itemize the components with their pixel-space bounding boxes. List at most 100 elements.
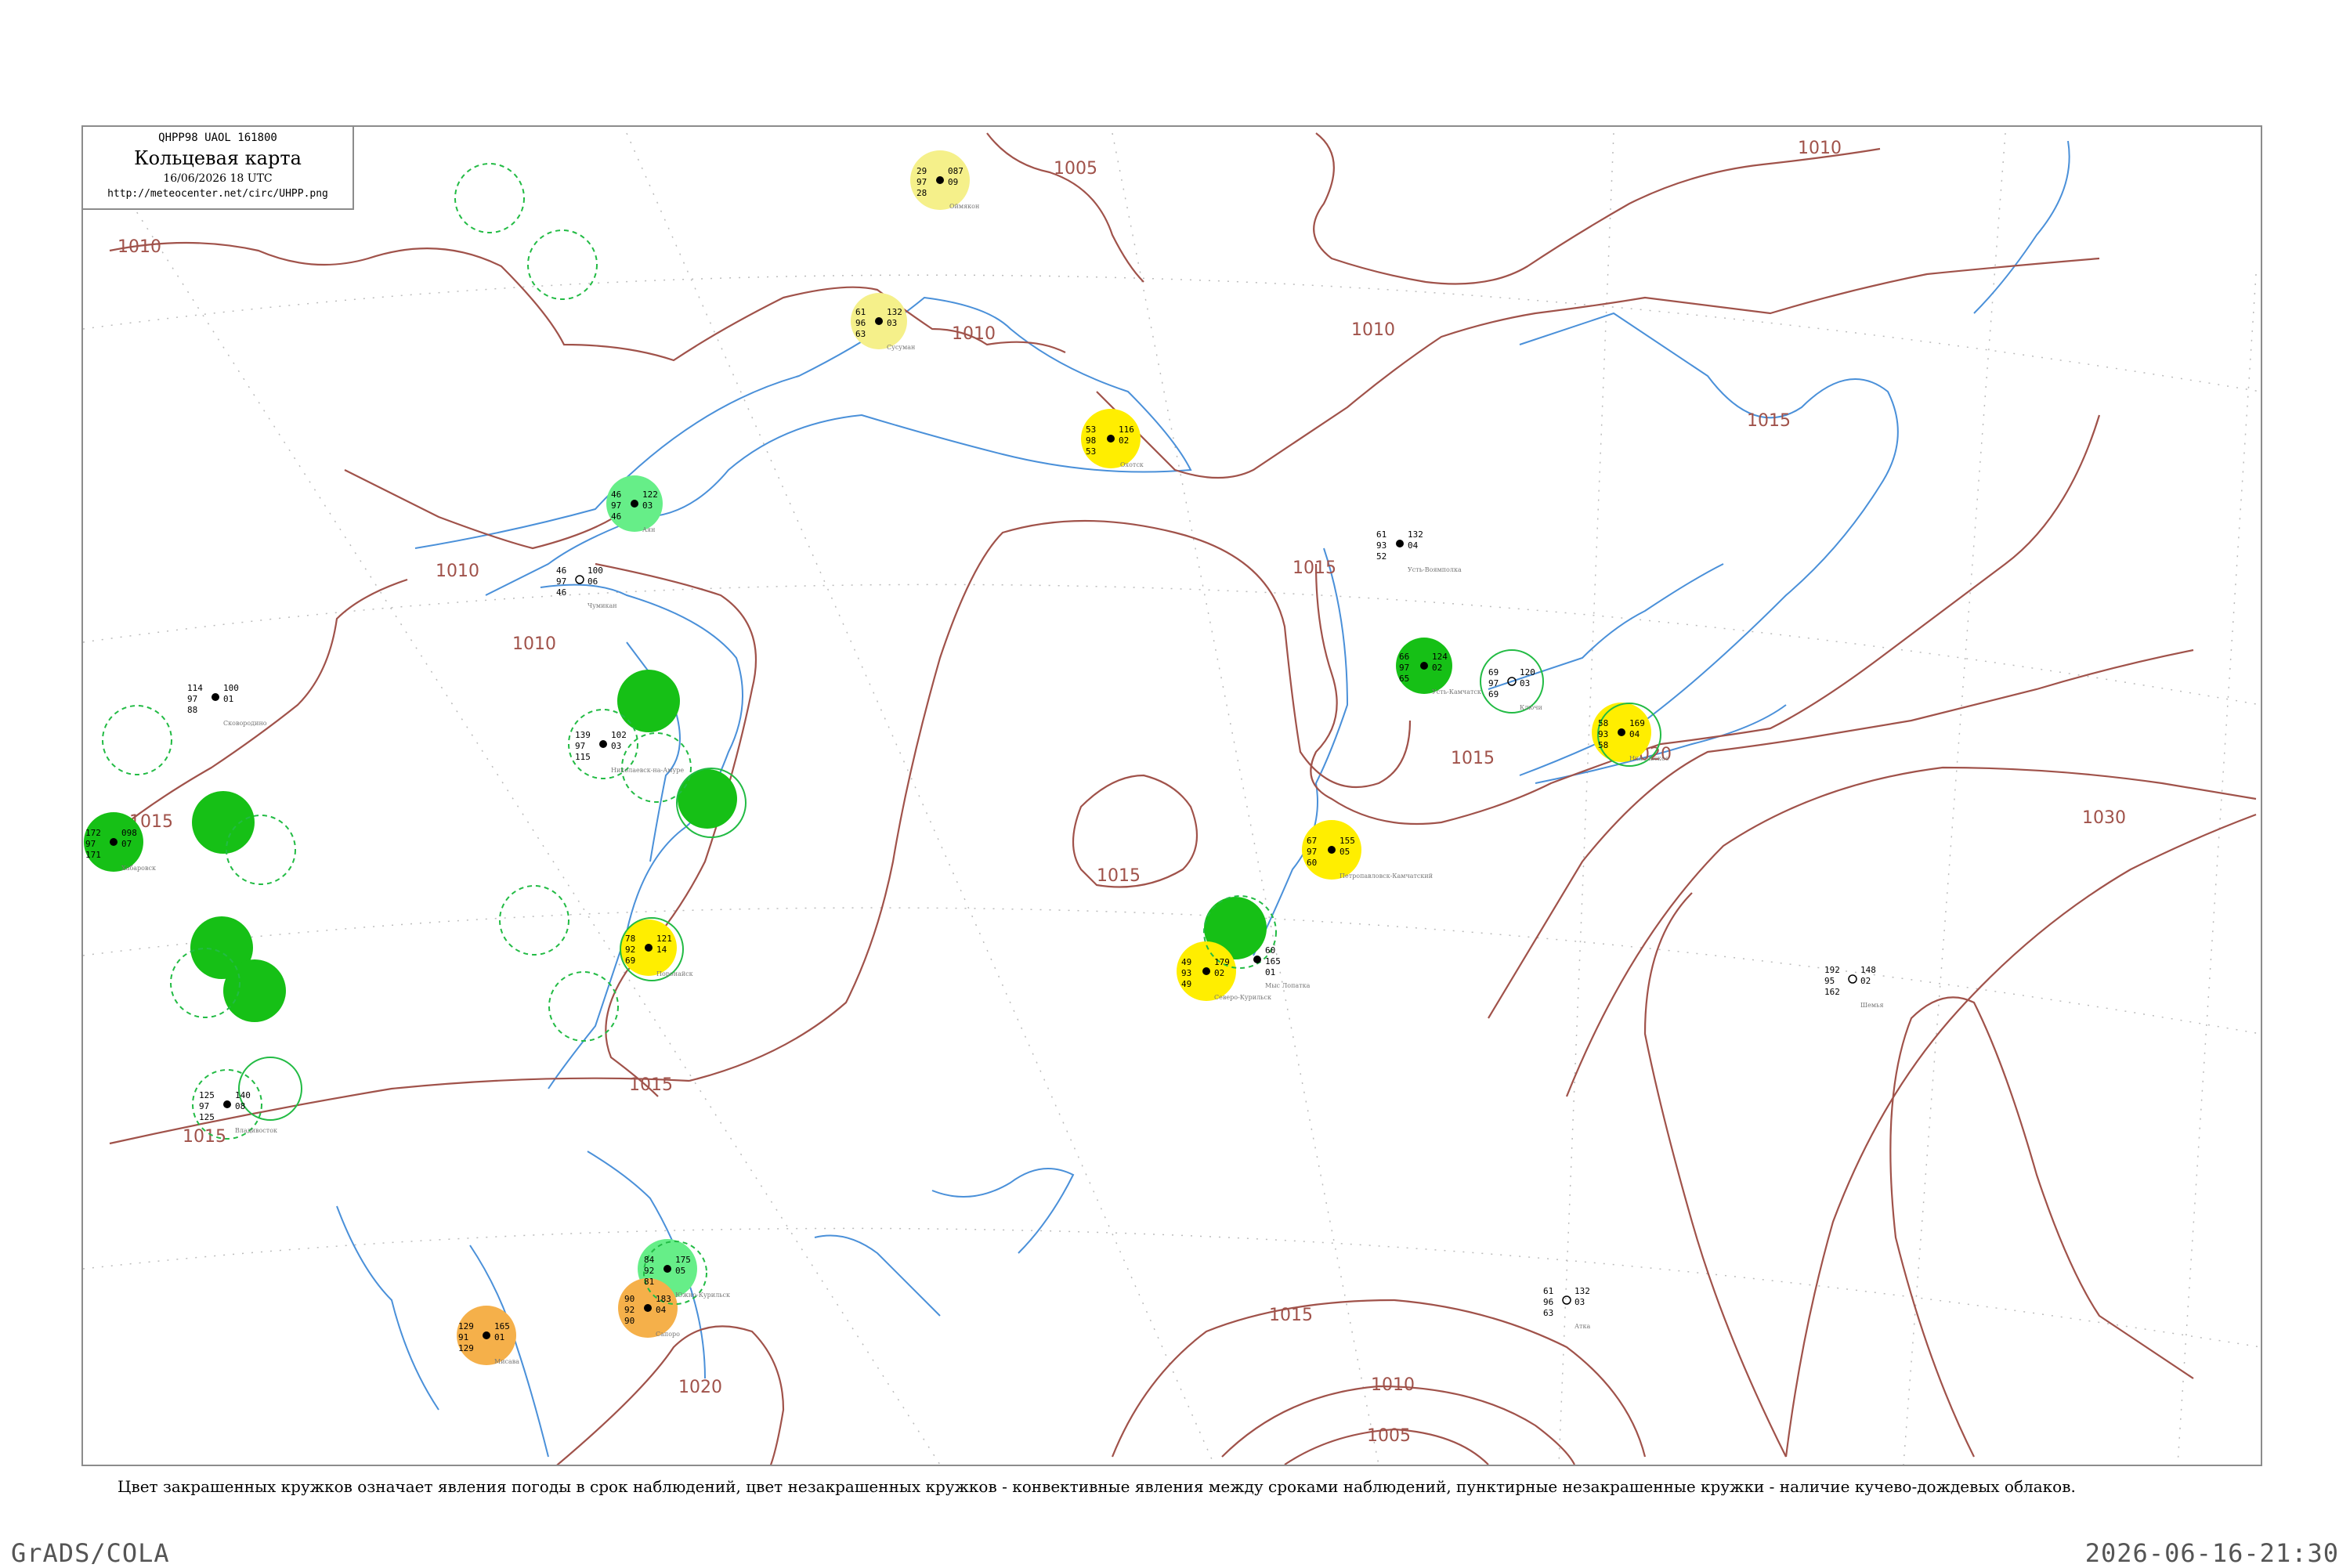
- isobar-label: 1010: [118, 237, 161, 257]
- isobar-label: 1010: [1371, 1375, 1415, 1395]
- svg-text:165: 165: [1265, 956, 1281, 966]
- svg-text:97: 97: [1399, 663, 1409, 673]
- svg-text:087: 087: [948, 166, 964, 176]
- svg-text:63: 63: [855, 329, 866, 339]
- isobar-label: 1015: [1269, 1306, 1313, 1325]
- isobar-label: 1015: [1292, 558, 1336, 578]
- weather-circle: [192, 791, 255, 854]
- svg-text:125: 125: [199, 1090, 215, 1100]
- svg-text:04: 04: [1408, 540, 1419, 551]
- weather-circle: [223, 959, 286, 1022]
- svg-text:Владивосток: Владивосток: [235, 1127, 277, 1134]
- svg-text:53: 53: [1086, 446, 1096, 457]
- svg-text:Поронайск: Поронайск: [656, 970, 693, 977]
- svg-text:96: 96: [855, 318, 866, 328]
- svg-text:46: 46: [611, 490, 621, 500]
- isobar-label: 1015: [1747, 411, 1791, 431]
- svg-text:Усть-Воямполка: Усть-Воямполка: [1408, 566, 1462, 573]
- svg-text:Ключи: Ключи: [1520, 704, 1542, 711]
- isobar-label: 1010: [1351, 320, 1395, 340]
- svg-text:60: 60: [1265, 945, 1275, 956]
- weather-circle: [617, 670, 680, 732]
- svg-text:Усть-Камчатск: Усть-Камчатск: [1432, 688, 1481, 695]
- svg-text:49: 49: [1181, 979, 1191, 989]
- svg-text:03: 03: [1574, 1297, 1585, 1307]
- svg-text:69: 69: [1488, 689, 1499, 699]
- station-plot: 192 148 95 02 162 Шемья: [1824, 965, 1884, 1009]
- svg-text:92: 92: [644, 1266, 654, 1276]
- svg-text:97: 97: [916, 177, 927, 187]
- svg-text:098: 098: [121, 828, 137, 838]
- svg-text:02: 02: [1214, 968, 1224, 978]
- map-url: http://meteocenter.net/circ/UHPP.png: [107, 188, 328, 200]
- footer-software: GrADS/COLA: [11, 1538, 170, 1568]
- svg-text:169: 169: [1629, 718, 1645, 728]
- isobar-label: 1010: [952, 324, 996, 344]
- svg-text:53: 53: [1086, 425, 1096, 435]
- svg-text:07: 07: [121, 839, 132, 849]
- svg-text:90: 90: [624, 1294, 634, 1304]
- svg-text:09: 09: [948, 177, 958, 187]
- svg-text:01: 01: [223, 694, 233, 704]
- svg-text:14: 14: [656, 945, 667, 955]
- svg-text:90: 90: [624, 1316, 634, 1326]
- svg-text:93: 93: [1598, 729, 1608, 739]
- svg-text:67: 67: [1307, 836, 1317, 846]
- svg-text:02: 02: [1860, 976, 1871, 986]
- svg-text:04: 04: [656, 1305, 667, 1315]
- svg-text:96: 96: [1543, 1297, 1553, 1307]
- coastlines: [336, 140, 2070, 1458]
- svg-text:116: 116: [1119, 425, 1134, 435]
- svg-text:02: 02: [1432, 663, 1442, 673]
- svg-text:04: 04: [1629, 729, 1640, 739]
- svg-text:Сапоро: Сапоро: [656, 1331, 680, 1338]
- svg-text:05: 05: [1340, 847, 1350, 857]
- svg-text:84: 84: [644, 1255, 655, 1265]
- svg-text:88: 88: [187, 705, 197, 715]
- svg-text:58: 58: [1598, 740, 1608, 750]
- isobar-label: 1030: [2082, 808, 2126, 828]
- svg-text:Шемья: Шемья: [1860, 1002, 1884, 1009]
- svg-text:Южно-Курильск: Южно-Курильск: [675, 1292, 730, 1299]
- svg-text:92: 92: [624, 1305, 634, 1315]
- svg-text:Чумикан: Чумикан: [588, 602, 617, 609]
- svg-text:100: 100: [588, 565, 603, 576]
- svg-text:61: 61: [855, 307, 866, 317]
- svg-text:Сусуман: Сусуман: [887, 344, 915, 351]
- svg-text:69: 69: [625, 956, 635, 966]
- svg-text:155: 155: [1340, 836, 1355, 846]
- cb-circle: [454, 163, 525, 233]
- svg-text:97: 97: [85, 839, 96, 849]
- svg-text:66: 66: [1399, 652, 1409, 662]
- svg-text:120: 120: [1520, 667, 1535, 677]
- bulletin-code: QHPP98 UAOL 161800: [158, 132, 277, 144]
- isobar-label: 1015: [629, 1075, 673, 1095]
- svg-text:100: 100: [223, 683, 239, 693]
- station-plot: 114 100 97 01 88 Сковородино: [187, 683, 267, 727]
- svg-text:124: 124: [1432, 652, 1448, 662]
- svg-text:52: 52: [1376, 551, 1386, 562]
- svg-text:183: 183: [656, 1294, 671, 1304]
- station-plot: 46 100 97 06 46 Чумикан: [556, 565, 617, 609]
- graticule: [83, 132, 2261, 1465]
- station-plot: 60 165 01 Мыс Лопатка: [1253, 945, 1311, 989]
- svg-text:46: 46: [556, 587, 566, 598]
- svg-text:92: 92: [625, 945, 635, 955]
- svg-text:61: 61: [1543, 1286, 1553, 1296]
- svg-text:06: 06: [588, 576, 598, 587]
- svg-text:02: 02: [1119, 435, 1129, 446]
- svg-text:28: 28: [916, 188, 927, 198]
- map-canvas[interactable]: 1005 1010 1010 1010 1010 1010 1010 1015 …: [0, 0, 2350, 1566]
- weather-circles: [84, 150, 1651, 1365]
- svg-text:121: 121: [656, 934, 672, 944]
- svg-text:Атка: Атка: [1574, 1323, 1590, 1330]
- station-plot: 61 132 96 03 63 Атка: [1543, 1286, 1590, 1330]
- svg-text:58: 58: [1598, 718, 1608, 728]
- svg-text:Мыс Лопатка: Мыс Лопатка: [1265, 982, 1311, 989]
- map-title: Кольцевая карта: [134, 147, 302, 169]
- cb-circle: [499, 885, 569, 956]
- isobar-label: 1010: [512, 634, 556, 654]
- svg-text:81: 81: [644, 1277, 654, 1287]
- station-plot: 69 120 97 03 69 Ключи: [1488, 667, 1542, 711]
- svg-text:132: 132: [887, 307, 902, 317]
